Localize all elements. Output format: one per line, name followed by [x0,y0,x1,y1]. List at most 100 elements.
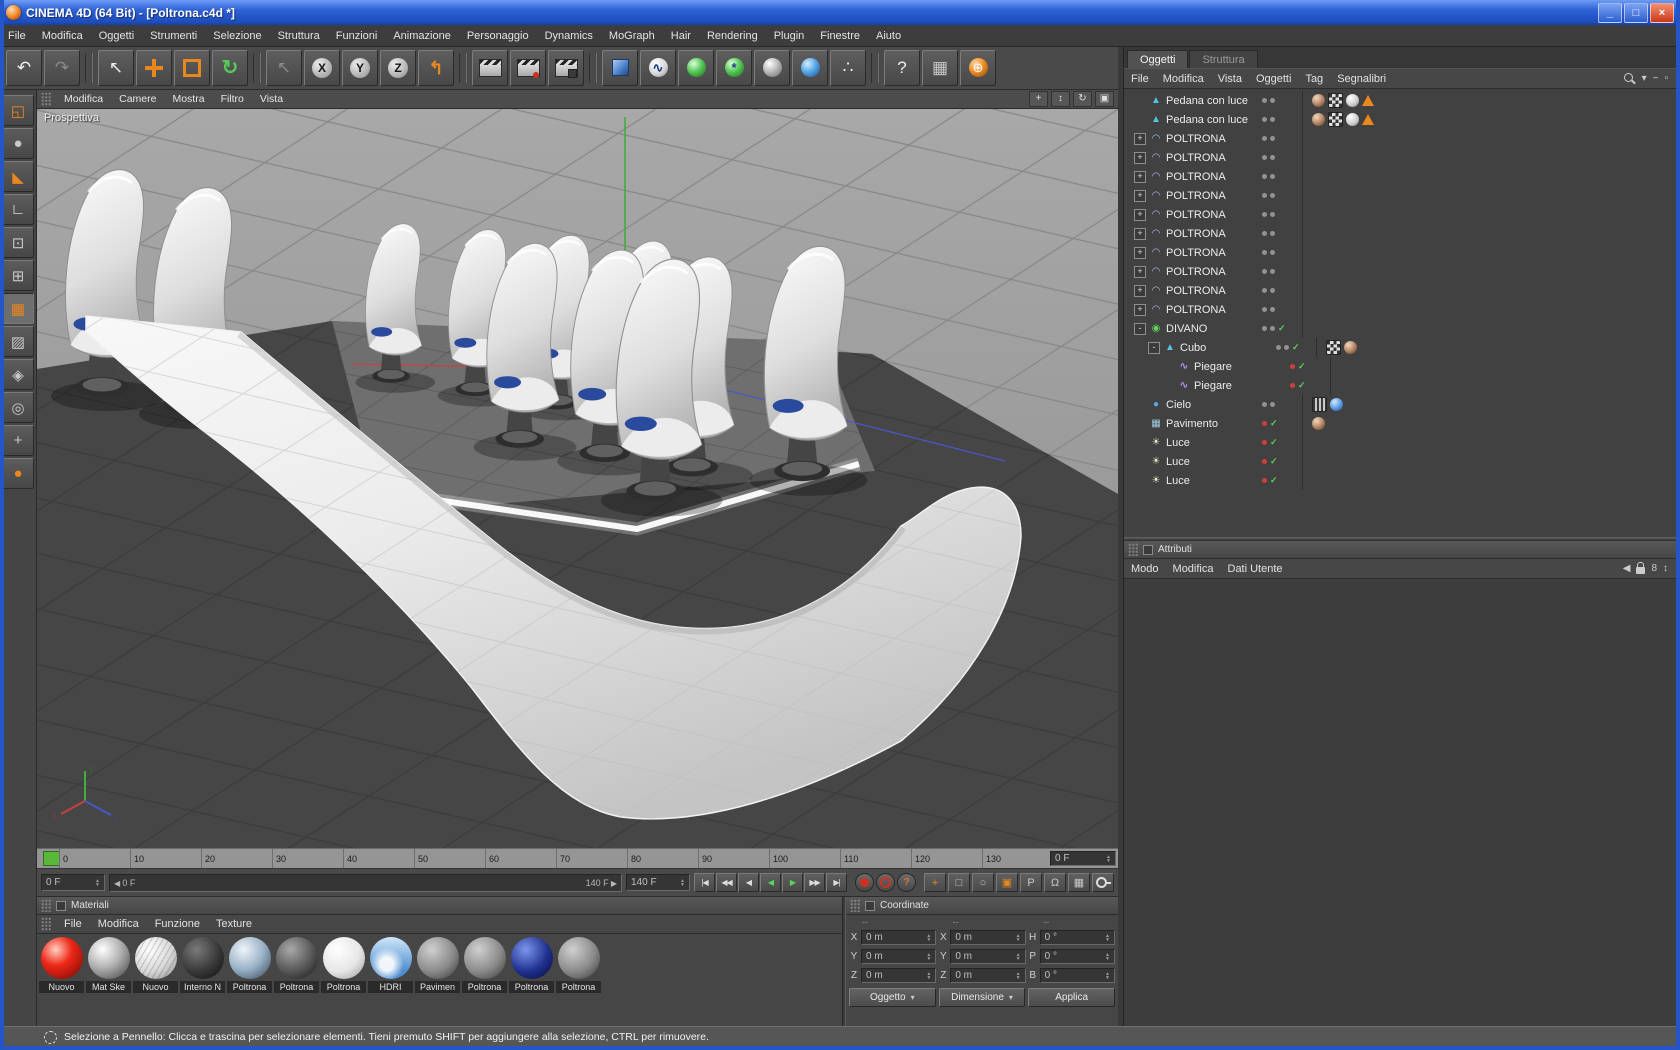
object-row[interactable]: + ◠ POLTRONA [1124,243,1676,262]
mark-dot[interactable] [1270,212,1275,217]
add-particles-button[interactable]: ∴ [830,49,866,86]
object-row[interactable]: + ◠ POLTRONA [1124,224,1676,243]
add-spline-button[interactable]: ∿ [640,49,676,86]
expand-toggle[interactable] [1162,380,1174,392]
material-item[interactable]: Interno N [180,937,225,993]
stepper[interactable] [1103,953,1112,961]
coordinate-system-button[interactable]: ↰ [418,49,454,86]
object-manager-menu-item[interactable]: Tag [1298,73,1330,85]
tag-tg-sphere[interactable] [1312,94,1325,107]
expand-toggle[interactable] [1134,456,1146,468]
tag-tg-sphere-b[interactable] [1330,398,1343,411]
undo-button[interactable]: ↶ [6,49,42,86]
object-label[interactable]: Luce [1166,456,1262,468]
object-row[interactable]: + ◠ POLTRONA [1124,262,1676,281]
menubar-item[interactable]: Rendering [699,25,766,46]
render-view-button[interactable] [472,49,508,86]
close-button[interactable]: × [1650,2,1674,23]
attributes-menu-item[interactable]: Modifica [1166,563,1221,575]
attributes-menu-item[interactable]: Dati Utente [1221,563,1290,575]
material-preview[interactable] [87,937,130,979]
mark-check[interactable]: ✓ [1270,437,1278,448]
history-back-icon[interactable]: ◀ [1623,563,1631,574]
prev-frame-button[interactable]: ◀ [738,873,759,892]
prev-key-button[interactable]: ◀◀ [716,873,737,892]
snap-magnet-toggle[interactable]: Ω [1044,873,1066,892]
object-row[interactable]: ● Cielo [1124,395,1676,414]
material-item[interactable]: Mat Ske [86,937,131,993]
object-axis-mode-button[interactable]: ∟ [2,194,34,225]
snap-mode-button[interactable]: ◎ [2,392,34,423]
dolly-view-icon[interactable]: ↕ [1051,91,1070,107]
play-button[interactable]: ▶ [782,873,803,892]
material-item[interactable]: Poltrona [274,937,319,993]
mark-dot[interactable] [1270,269,1275,274]
mark-dot[interactable] [1270,288,1275,293]
mark-check[interactable]: ✓ [1298,380,1306,391]
object-row[interactable]: ▲ Pedana con luce [1124,110,1676,129]
object-row[interactable]: ∿ Piegare ✓ [1124,376,1676,395]
stepper[interactable] [1014,972,1023,980]
viewport-camera-label[interactable]: Prospettiva [44,112,99,124]
move-tool[interactable] [136,49,172,86]
material-preview[interactable] [275,937,318,979]
material-item[interactable]: Nuovo [39,937,84,993]
minimize-button[interactable]: _ [1598,2,1622,23]
mark-dot[interactable] [1270,402,1275,407]
object-manager-menu-item[interactable]: Vista [1211,73,1249,85]
timeline-marker[interactable] [43,851,60,866]
object-row[interactable]: + ◠ POLTRONA [1124,205,1676,224]
redo-button[interactable]: ↷ [44,49,80,86]
expand-toggle[interactable]: + [1134,284,1146,297]
expand-toggle[interactable] [1134,95,1146,107]
object-row[interactable]: - ◉ DIVANO ✓ [1124,319,1676,338]
texture-axis-mode-button[interactable]: ◣ [2,161,34,192]
material-item[interactable]: Poltrona [509,937,554,993]
object-row[interactable]: ∿ Piegare ✓ [1124,357,1676,376]
filter-icon[interactable]: ▾ [1642,73,1647,84]
stepper[interactable] [924,934,933,942]
timeline-ruler[interactable]: 0102030405060708090100110120130140 0 F [37,848,1118,869]
coordinates-header[interactable]: Coordinate [846,897,1118,915]
material-preview[interactable] [416,937,459,979]
object-label[interactable]: POLTRONA [1166,247,1262,259]
mark-check[interactable]: ✓ [1270,456,1278,467]
material-preview[interactable] [228,937,271,979]
stepper[interactable] [924,953,933,961]
toggle-views-icon[interactable]: ▣ [1095,91,1114,107]
object-label[interactable]: POLTRONA [1166,209,1262,221]
stepper[interactable] [1103,972,1112,980]
object-label[interactable]: Piegare [1194,380,1290,392]
mark-check[interactable]: ✓ [1270,418,1278,429]
object-manager-menu-item[interactable]: Modifica [1156,73,1211,85]
mark-dot[interactable] [1270,98,1275,103]
tag-tg-check[interactable] [1328,112,1343,127]
render-region-button[interactable] [510,49,546,86]
ruler-current-frame-field[interactable]: 0 F [1050,851,1116,866]
expand-toggle[interactable] [1134,399,1146,411]
rotate-tool[interactable]: ↻ [212,49,248,86]
materials-menu-item[interactable]: Texture [208,918,260,930]
object-row[interactable]: ▦ Pavimento ✓ [1124,414,1676,433]
object-label[interactable]: Luce [1166,437,1262,449]
record-pla-toggle[interactable]: P [1020,873,1042,892]
object-row[interactable]: ☀ Luce ✓ [1124,471,1676,490]
menubar-item[interactable]: Funzioni [328,25,386,46]
mark-dot[interactable] [1262,250,1267,255]
expand-toggle[interactable]: + [1134,246,1146,259]
material-preview[interactable] [134,937,177,979]
mark-dot[interactable] [1262,117,1267,122]
rotation-field[interactable]: 0 ° [1039,949,1115,964]
stepper[interactable] [93,879,102,887]
autokeying-button[interactable] [876,873,895,892]
expand-toggle[interactable] [1134,418,1146,430]
mark-red[interactable] [1262,459,1267,464]
object-label[interactable]: Pavimento [1166,418,1262,430]
toolbar-separator[interactable] [85,52,93,83]
attributes-header[interactable]: Attributi [1124,541,1676,559]
object-row[interactable]: ▲ Pedana con luce [1124,91,1676,110]
online-updater-button[interactable]: ⊕ [960,49,996,86]
mark-check[interactable]: ✓ [1292,342,1300,353]
model-mode-button[interactable]: ● [2,128,34,159]
mark-red[interactable] [1262,421,1267,426]
